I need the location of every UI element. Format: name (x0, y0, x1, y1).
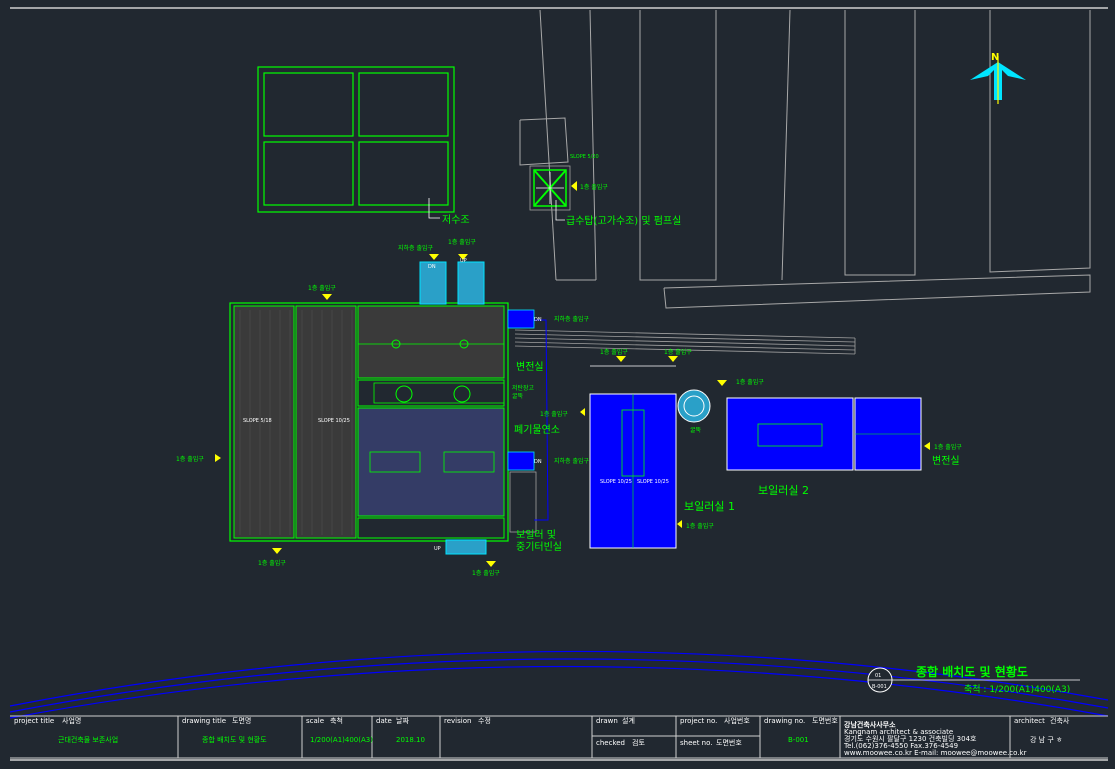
reservoir-label: 저수조 (442, 214, 470, 226)
boiler-smoke-label-2: 중기터빈실 (516, 541, 562, 553)
drawing-scale: 축척 : 1/200(A1)400(A3) (964, 684, 1070, 695)
tb-drawing-no-label-ko: 도면번호 (812, 716, 838, 725)
tb-sheet-no-label: sheet no. (680, 739, 713, 747)
water-tower-label: 급수탑(고가수조) 및 펌프실 (566, 215, 681, 227)
tb-scale-label-ko: 축척 (330, 716, 343, 725)
tb-revision-label-ko: 수정 (478, 716, 491, 725)
up-label: UP (434, 546, 441, 552)
basement-exit-label: 지하층 출입구 (554, 315, 590, 323)
exit-label: 1층 출입구 (600, 348, 628, 356)
north-arrow-icon (970, 56, 1026, 104)
tb-project-title: 근대건축물 보존사업 (58, 735, 118, 744)
boiler-room-1-label: 보일러실 1 (684, 499, 735, 513)
exit-label: 1층 출입구 (258, 559, 286, 567)
slope-label: SLOPE 10/25 (600, 479, 632, 485)
tb-drawn-label-ko: 설계 (622, 716, 635, 725)
tb-project-title-label-ko: 사업명 (62, 716, 81, 725)
drawing-title: 종합 배치도 및 현황도 (916, 664, 1028, 679)
tower-slope-label: SLOPE 5/20 (570, 154, 599, 160)
tower-exit-label: 1층 출입구 (580, 183, 608, 191)
dn-label: DN (534, 459, 542, 465)
exit-label: 1층 출입구 (176, 455, 204, 463)
tb-drawing-title: 종합 배치도 및 현황도 (202, 735, 267, 744)
exit-label: 1층 출입구 (736, 378, 764, 386)
tb-architect-label: architect (1014, 717, 1045, 725)
tb-architect-label-ko: 건축사 (1050, 716, 1070, 725)
tb-project-no-label: project no. (680, 717, 717, 725)
boiler-room-2 (726, 397, 922, 471)
tb-drawing-title-label-ko: 도면명 (232, 716, 251, 725)
tb-drawing-no: B-001 (788, 736, 809, 744)
reservoir-leader (428, 198, 440, 219)
tb-project-no-label-ko: 사업번호 (724, 716, 750, 725)
tb-date-label-ko: 날짜 (396, 716, 409, 725)
tb-project-title-label: project title (14, 717, 54, 725)
tower-exit-marker (571, 181, 577, 191)
chimney-label: 굴뚝 (512, 393, 524, 400)
tb-date-label: date (376, 717, 392, 725)
tb-checked-label: checked (596, 739, 625, 747)
tb-checked-label-ko: 검토 (632, 739, 645, 747)
exit-label: 1층 출입구 (448, 238, 476, 246)
site-plan-drawing: 저수조 SLOPE 5/20 1층 출입구 급수탑(고가수조) 및 펌프실 N (9, 7, 1109, 761)
water-tower (529, 165, 571, 211)
tb-architect: 강 남 구 ㅎ (1030, 735, 1062, 744)
exit-label: 1층 출입구 (472, 569, 500, 577)
tb-scale-label: scale (306, 717, 324, 725)
dn-label: DN (428, 264, 436, 270)
slope-label: SLOPE 10/25 (637, 479, 669, 485)
site-boundary-curves (9, 650, 1109, 719)
exit-label: 1층 출입구 (664, 348, 692, 356)
tb-revision-label: revision (444, 717, 471, 725)
context-buildings (519, 9, 1091, 309)
incineration-label: 폐기물연소 (514, 424, 560, 436)
dn-label: DN (534, 317, 542, 323)
boiler-smoke-label-1: 보일러 및 (516, 529, 556, 541)
exit-label: 1층 출입구 (308, 284, 336, 292)
up-label: UP (460, 258, 467, 264)
chimney-label: 굴뚝 (690, 427, 702, 434)
section-marker-bottom: B-001 (872, 684, 887, 690)
north-label: N (991, 52, 999, 63)
fuel-storage-label: 저탄장고 (512, 384, 535, 392)
tb-date: 2018.10 (396, 736, 425, 744)
boiler-room-1 (589, 365, 711, 549)
slope-label: SLOPE 5/18 (243, 418, 272, 424)
exit-label: 1층 출입구 (540, 410, 568, 418)
exit-label: 1층 출입구 (686, 522, 714, 530)
tb-sheet-no-label-ko: 도면번호 (716, 738, 742, 747)
section-marker-top: 01 (875, 673, 881, 679)
main-building (229, 261, 549, 555)
tb-firm-web: www.moowee.co.kr E-mail: moowee@moowee.c… (844, 749, 1027, 757)
slope-label: SLOPE 10/25 (318, 418, 350, 424)
exit-label: 1층 출입구 (934, 443, 962, 451)
reservoir (257, 66, 455, 213)
boiler-room-2-label: 보일러실 2 (758, 483, 809, 497)
basement-exit-label: 지하층 출입구 (398, 244, 434, 252)
electrical-room-2-label: 변전실 (932, 455, 960, 467)
basement-exit-label: 지하층 출입구 (554, 457, 590, 465)
electrical-room-1-label: 변전실 (516, 361, 544, 373)
tb-scale: 1/200(A1)400(A3) (310, 736, 373, 744)
tb-drawing-no-label: drawing no. (764, 717, 805, 725)
tb-drawn-label: drawn (596, 717, 618, 725)
tb-drawing-title-label: drawing title (182, 717, 226, 725)
